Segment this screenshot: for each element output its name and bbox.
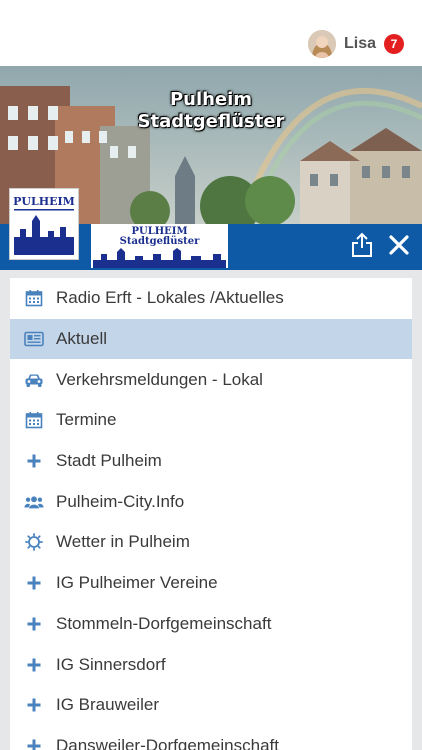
menu-item-label: IG Pulheimer Vereine: [56, 573, 218, 593]
car-icon: [24, 370, 44, 390]
banner-subtitle: Stadtgeflüster: [137, 111, 285, 132]
menu-item-label: Wetter in Pulheim: [56, 532, 190, 552]
plus-icon: [24, 451, 44, 471]
close-icon: [389, 235, 409, 255]
menu-item-label: Pulheim-City.Info: [56, 491, 185, 511]
plus-icon: [24, 573, 44, 593]
close-button[interactable]: [388, 234, 410, 258]
share-button[interactable]: [350, 232, 374, 258]
menu-item[interactable]: IG Sinnersdorf: [10, 644, 412, 685]
menu-item[interactable]: IG Brauweiler: [10, 685, 412, 726]
calendar-icon: [24, 410, 44, 430]
users-icon: [24, 492, 44, 512]
menu-item[interactable]: Verkehrsmeldungen - Lokal: [10, 359, 412, 400]
banner-title: Pulheim: [169, 89, 253, 110]
menu-item[interactable]: Stadt Pulheim: [10, 441, 412, 482]
menu-item-label: IG Sinnersdorf: [56, 654, 166, 674]
menu-item[interactable]: Dansweiler-Dorfgemeinschaft: [10, 726, 412, 750]
top-bar: Lisa 7: [0, 0, 422, 66]
notification-badge[interactable]: 7: [384, 34, 404, 54]
menu-item[interactable]: Stommeln-Dorfgemeinschaft: [10, 604, 412, 645]
menu-item[interactable]: Wetter in Pulheim: [10, 522, 412, 563]
header-logo[interactable]: PULHEIM Stadtgeflüster: [91, 224, 228, 268]
menu-item[interactable]: Radio Erft - Lokales /Aktuelles: [10, 278, 412, 319]
calendar-icon: [24, 288, 44, 308]
menu-item-label: IG Brauweiler: [56, 695, 159, 715]
menu-item[interactable]: IG Pulheimer Vereine: [10, 563, 412, 604]
menu-item-label: Termine: [56, 410, 117, 430]
plus-icon: [24, 655, 44, 675]
menu-item-label: Verkehrsmeldungen - Lokal: [56, 369, 263, 389]
share-icon: [352, 232, 372, 257]
logo-subtitle: Stadtgeflüster: [119, 236, 200, 247]
newspaper-icon: [24, 329, 44, 349]
plus-icon: [24, 614, 44, 634]
menu-item[interactable]: Pulheim-City.Info: [10, 481, 412, 522]
plus-icon: [24, 695, 44, 715]
menu-item-label: Stadt Pulheim: [56, 451, 162, 471]
menu-item-label: Dansweiler-Dorfgemeinschaft: [56, 735, 279, 750]
menu-item[interactable]: Termine: [10, 400, 412, 441]
user-name[interactable]: Lisa: [344, 35, 376, 53]
app-logo[interactable]: PULHEIM: [9, 188, 79, 260]
menu-list: Radio Erft - Lokales /Aktuelles Aktuell Ve…: [10, 278, 412, 750]
sun-icon: [24, 532, 44, 552]
menu-item-label: Stommeln-Dorfgemeinschaft: [56, 613, 272, 633]
menu-item-label: Aktuell: [56, 329, 108, 349]
plus-icon: [24, 736, 44, 750]
menu-item[interactable]: Aktuell: [10, 318, 412, 360]
avatar[interactable]: [307, 30, 336, 58]
menu-item-label: Radio Erft - Lokales /Aktuelles: [56, 288, 284, 308]
user-profile[interactable]: Lisa 7: [307, 30, 404, 58]
